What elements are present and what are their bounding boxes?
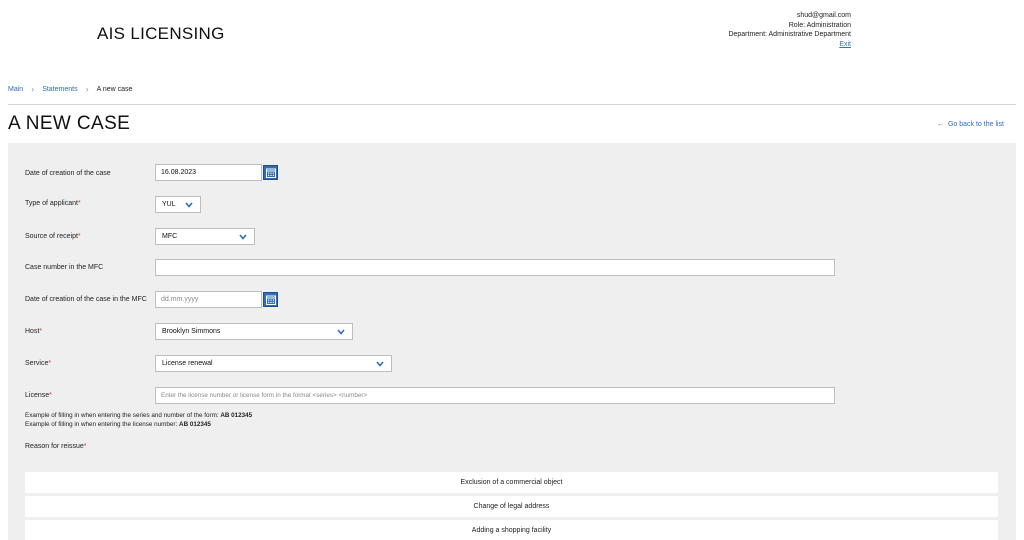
source-select[interactable]: MFC bbox=[155, 228, 255, 245]
source-label: Source of receipt* bbox=[25, 233, 81, 240]
license-label: License* bbox=[25, 392, 52, 399]
app-header: AIS LICENSING shud@gmail.com Role: Admin… bbox=[0, 0, 1024, 70]
back-to-list-label: Go back to the list bbox=[947, 121, 1004, 128]
mfc-case-number-label: Case number in the MFC bbox=[25, 264, 104, 271]
breadcrumb-current: A new case bbox=[96, 86, 133, 93]
exit-link[interactable]: Exit bbox=[728, 40, 851, 50]
user-info: shud@gmail.com Role: Administration Depa… bbox=[728, 11, 851, 49]
host-value: Brooklyn Simmons bbox=[162, 328, 221, 335]
date-created-input[interactable]: 16.08.2023 bbox=[155, 164, 262, 181]
header-divider bbox=[8, 104, 1016, 105]
service-value: License renewal bbox=[162, 360, 213, 367]
reason-option-shopping[interactable]: Adding a shopping facility bbox=[25, 520, 998, 540]
service-label: Service* bbox=[25, 360, 52, 367]
service-select[interactable]: License renewal bbox=[155, 355, 392, 372]
breadcrumb-main[interactable]: Main bbox=[8, 86, 23, 93]
applicant-type-label: Type of applicant* bbox=[25, 200, 81, 207]
page-title: A NEW CASE bbox=[8, 113, 131, 134]
chevron-down-icon bbox=[239, 233, 247, 240]
host-select[interactable]: Brooklyn Simmons bbox=[155, 323, 353, 340]
applicant-type-select[interactable]: YUL bbox=[155, 196, 201, 213]
back-to-list-link[interactable]: ← Go back to the list bbox=[937, 121, 1004, 128]
host-label: Host* bbox=[25, 328, 43, 335]
breadcrumb: Main › Statements › A new case bbox=[8, 84, 133, 94]
reason-label: Reason for reissue* bbox=[25, 443, 87, 450]
mfc-date-label: Date of creation of the case in the MFC bbox=[25, 296, 147, 303]
mfc-calendar-button[interactable] bbox=[263, 292, 278, 307]
chevron-right-icon: › bbox=[85, 84, 89, 94]
license-input[interactable]: Enter the license number or license form… bbox=[155, 387, 835, 404]
calendar-icon bbox=[265, 168, 276, 178]
mfc-date-input[interactable]: dd.mm.yyyy bbox=[155, 291, 262, 308]
calendar-icon bbox=[265, 295, 276, 305]
reason-option-address[interactable]: Change of legal address bbox=[25, 496, 998, 517]
chevron-down-icon bbox=[185, 201, 193, 208]
app-title: AIS LICENSING bbox=[97, 24, 225, 43]
source-value: MFC bbox=[162, 233, 178, 240]
reason-option-exclusion[interactable]: Exclusion of a commercial object bbox=[25, 472, 998, 493]
chevron-right-icon: › bbox=[31, 84, 35, 94]
arrow-left-icon: ← bbox=[936, 121, 944, 128]
license-hint-number: Example of filling in when entering the … bbox=[25, 421, 211, 428]
user-role: Role: Administration bbox=[788, 21, 851, 29]
chevron-down-icon bbox=[337, 328, 345, 335]
user-email: shud@gmail.com bbox=[796, 12, 851, 19]
calendar-button[interactable] bbox=[263, 165, 278, 180]
applicant-type-value: YUL bbox=[162, 201, 176, 208]
breadcrumb-statements[interactable]: Statements bbox=[42, 86, 77, 93]
license-hint-series: Example of filling in when entering the … bbox=[25, 412, 253, 419]
date-created-label: Date of creation of the case bbox=[25, 170, 111, 177]
chevron-down-icon bbox=[376, 360, 384, 367]
mfc-case-number-input[interactable] bbox=[155, 259, 835, 276]
user-department: Department: Administrative Department bbox=[728, 31, 851, 39]
